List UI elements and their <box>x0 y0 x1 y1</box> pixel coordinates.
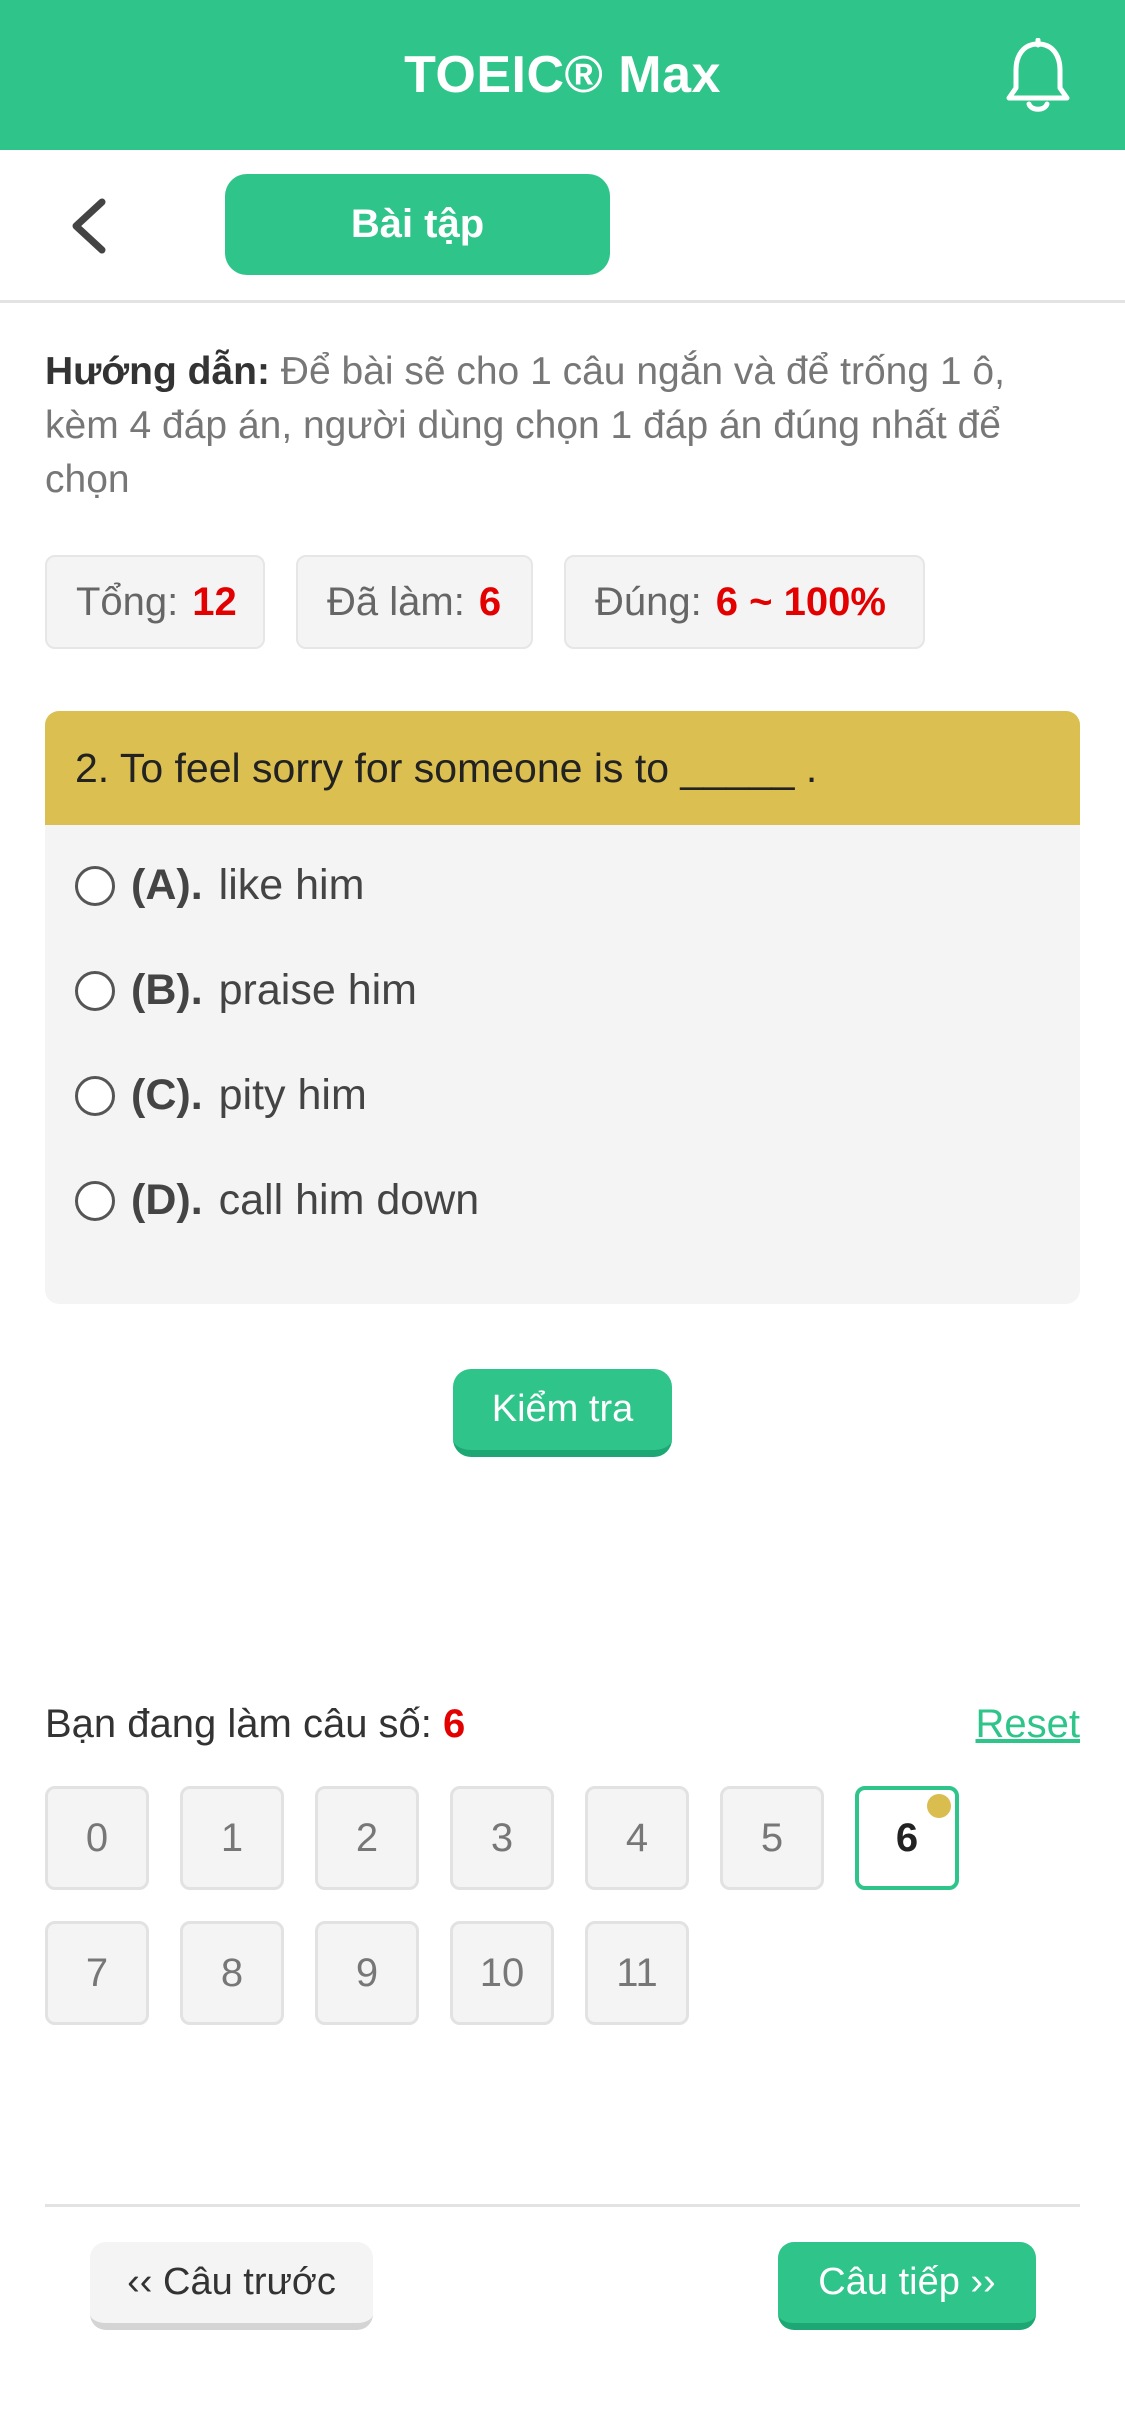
stat-total: Tổng: 12 <box>45 555 265 649</box>
question-number-button[interactable]: 1 <box>180 1786 284 1890</box>
instructions-label: Hướng dẫn: <box>45 350 270 393</box>
option-label: (D). <box>131 1176 203 1224</box>
option-text: like him <box>218 861 365 909</box>
question-number-button[interactable]: 8 <box>180 1921 284 2025</box>
previous-question-button[interactable]: ‹‹ Câu trước <box>90 2242 373 2330</box>
option-label: (C). <box>131 1071 203 1119</box>
reset-link[interactable]: Reset <box>976 1702 1081 1747</box>
current-question-label: Bạn đang làm câu số: <box>45 1702 432 1746</box>
option-c[interactable]: (C). pity him <box>75 1071 367 1120</box>
radio-icon[interactable] <box>75 1075 115 1116</box>
question-number-button[interactable]: 11 <box>585 1921 689 2025</box>
option-a[interactable]: (A). like him <box>75 861 364 910</box>
current-question-indicator: Bạn đang làm câu số: 6 <box>45 1702 465 1747</box>
radio-icon[interactable] <box>75 1180 115 1221</box>
question-number-button[interactable]: 7 <box>45 1921 149 2025</box>
app-title: TOEIC® Max <box>404 46 721 104</box>
current-question-number: 6 <box>443 1702 466 1746</box>
check-answer-button[interactable]: Kiểm tra <box>453 1369 672 1457</box>
sub-header: Bài tập <box>0 150 1125 303</box>
app-header: TOEIC® Max <box>0 0 1125 150</box>
stat-total-value: 12 <box>192 579 237 624</box>
question-number-button-current[interactable]: 6 <box>855 1786 959 1890</box>
question-number-button[interactable]: 10 <box>450 1921 554 2025</box>
footer-divider <box>45 2204 1080 2207</box>
option-text: pity him <box>218 1071 367 1119</box>
question-number-button[interactable]: 3 <box>450 1786 554 1890</box>
stat-done-label: Đã làm: <box>327 579 465 624</box>
notification-bell-icon[interactable] <box>1003 38 1073 114</box>
question-number-label: 6 <box>895 1815 919 1860</box>
option-b[interactable]: (B). praise him <box>75 966 417 1015</box>
back-arrow-icon[interactable] <box>62 196 116 256</box>
instructions: Hướng dẫn: Để bài sẽ cho 1 câu ngắn và đ… <box>45 345 1085 507</box>
radio-icon[interactable] <box>75 970 115 1011</box>
exercise-tab-button[interactable]: Bài tập <box>225 174 610 275</box>
question-number-button[interactable]: 5 <box>720 1786 824 1890</box>
question-text: 2. To feel sorry for someone is to _____… <box>45 711 1080 825</box>
stat-correct-label: Đúng: <box>595 579 702 624</box>
option-d[interactable]: (D). call him down <box>75 1176 479 1225</box>
question-number-button[interactable]: 0 <box>45 1786 149 1890</box>
question-card: 2. To feel sorry for someone is to _____… <box>45 711 1080 1304</box>
radio-icon[interactable] <box>75 865 115 906</box>
stat-total-label: Tổng: <box>76 579 179 624</box>
next-question-button[interactable]: Câu tiếp ›› <box>778 2242 1036 2330</box>
stats-row: Tổng: 12 Đã làm: 6 Đúng: 6 ~ 100% <box>45 555 925 649</box>
stat-correct-value: 6 ~ 100% <box>715 579 886 624</box>
current-marker-dot <box>927 1794 951 1818</box>
question-number-button[interactable]: 2 <box>315 1786 419 1890</box>
stat-done: Đã làm: 6 <box>296 555 533 649</box>
option-text: praise him <box>218 966 417 1014</box>
option-label: (B). <box>131 966 203 1014</box>
question-number-button[interactable]: 4 <box>585 1786 689 1890</box>
stat-done-value: 6 <box>478 579 502 624</box>
option-label: (A). <box>131 861 203 909</box>
option-text: call him down <box>218 1176 480 1224</box>
stat-correct: Đúng: 6 ~ 100% <box>564 555 925 649</box>
question-number-button[interactable]: 9 <box>315 1921 419 2025</box>
